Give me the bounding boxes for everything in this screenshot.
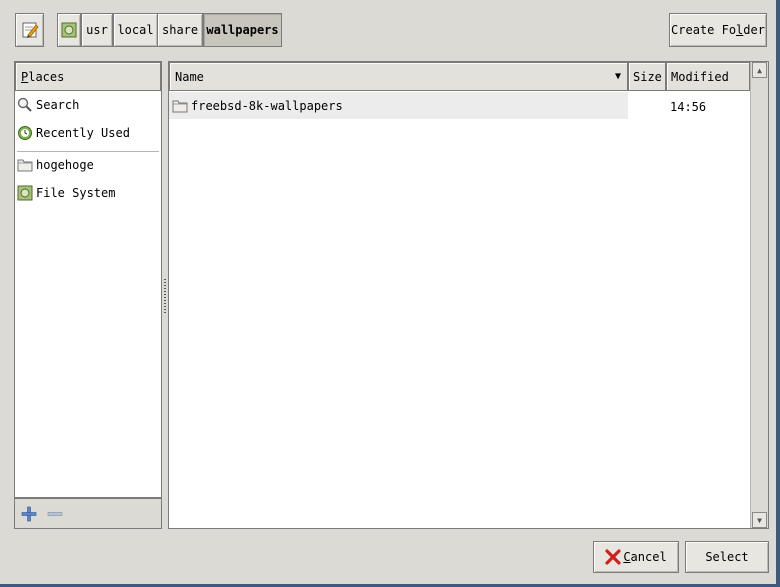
select-label: Select [705, 550, 749, 564]
places-panel: Places Search Recently Used hogehoge Fil… [14, 61, 162, 498]
places-header[interactable]: Places [15, 62, 161, 91]
places-header-label: laces [28, 69, 65, 84]
select-button[interactable]: Select [685, 541, 769, 573]
places-item-label: hogehoge [36, 158, 94, 172]
path-segment-share[interactable]: share [158, 13, 203, 47]
minus-icon [47, 512, 63, 516]
path-segment-label: local [117, 23, 154, 37]
create-folder-button[interactable]: Create Folder [669, 13, 767, 47]
sort-descending-icon: ▼ [614, 71, 621, 82]
location-toggle-button[interactable] [15, 13, 44, 47]
column-size-label: Size [633, 69, 662, 84]
places-item-hogehoge[interactable]: hogehoge [17, 155, 94, 175]
places-item-search[interactable]: Search [17, 95, 79, 115]
remove-bookmark-button[interactable] [47, 506, 63, 522]
places-item-file-system[interactable]: File System [17, 183, 115, 203]
path-segment-local[interactable]: local [113, 13, 158, 47]
places-item-label: Recently Used [36, 126, 130, 140]
places-separator [17, 151, 159, 152]
pencil-icon [22, 22, 39, 38]
create-folder-label: Create Folder [671, 23, 765, 37]
column-name-label: Name [175, 69, 204, 84]
cancel-label: Cancel [623, 550, 667, 564]
drive-icon [61, 22, 77, 38]
arrow-down-icon: ▼ [757, 515, 762, 525]
add-bookmark-button[interactable] [21, 506, 37, 522]
path-segment-label: share [162, 23, 199, 37]
column-header-size[interactable]: Size [628, 62, 666, 91]
scroll-down-button[interactable]: ▼ [752, 512, 767, 528]
places-actions-bar [14, 498, 162, 529]
places-item-label: Search [36, 98, 80, 112]
cancel-button[interactable]: Cancel [593, 541, 679, 573]
recent-icon [17, 125, 33, 141]
plus-icon [21, 506, 37, 522]
file-list-scrollbar[interactable]: ▲ ▼ [750, 62, 768, 528]
path-segment-usr[interactable]: usr [81, 13, 113, 47]
path-segment-label: usr [86, 23, 108, 37]
column-header-name[interactable]: Name ▼ [169, 62, 628, 91]
file-modified: 14:56 [670, 100, 707, 114]
splitter-grip-icon [164, 279, 166, 313]
cancel-icon [605, 549, 621, 565]
folder-icon [172, 98, 188, 114]
column-header-modified[interactable]: Modified [666, 62, 750, 91]
places-header-mnemonic: P [21, 69, 29, 84]
file-name: freebsd-8k-wallpapers [191, 99, 343, 113]
file-row[interactable]: freebsd-8k-wallpapers 14:56 [169, 92, 749, 119]
path-segment-wallpapers[interactable]: wallpapers [203, 13, 282, 47]
arrow-up-icon: ▲ [757, 65, 762, 75]
path-root-button[interactable] [57, 13, 81, 47]
places-item-recently-used[interactable]: Recently Used [17, 123, 130, 143]
drive-icon [17, 185, 33, 201]
path-segment-label: wallpapers [206, 23, 279, 37]
scroll-up-button[interactable]: ▲ [752, 62, 767, 78]
file-list-panel: Name ▼ Size Modified freebsd-8k-wallpape… [168, 61, 769, 529]
file-chooser-dialog: usr local share wallpapers Create Folder… [0, 0, 776, 584]
folder-icon [17, 157, 33, 173]
column-modified-label: Modified [671, 69, 729, 84]
search-icon [17, 97, 33, 113]
file-name-cell: freebsd-8k-wallpapers [172, 96, 343, 116]
places-item-label: File System [36, 186, 116, 200]
